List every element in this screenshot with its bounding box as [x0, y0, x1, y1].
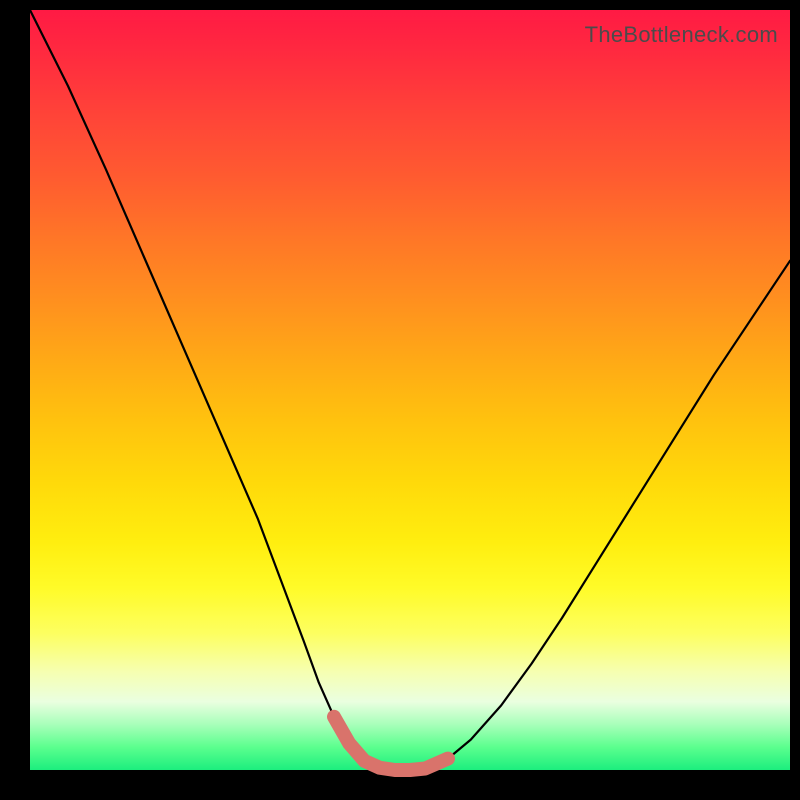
chart-frame: TheBottleneck.com	[0, 0, 800, 800]
curve-svg	[30, 10, 790, 770]
minimum-marker	[334, 717, 448, 770]
plot-area: TheBottleneck.com	[30, 10, 790, 770]
bottleneck-curve	[30, 10, 790, 770]
